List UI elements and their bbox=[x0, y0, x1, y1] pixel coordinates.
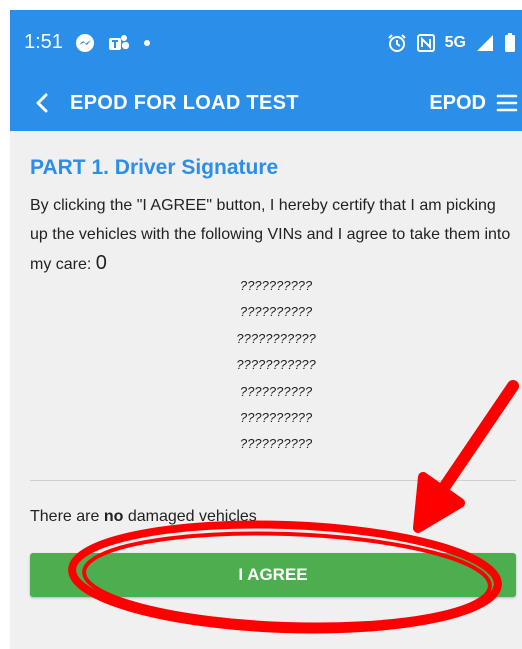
vin-item: ??????????? bbox=[236, 357, 316, 373]
status-bar: 1:51 5G bbox=[10, 10, 522, 75]
vin-list: ?????????? ?????????? ??????????? ??????… bbox=[10, 273, 522, 458]
i-agree-button[interactable]: I AGREE bbox=[30, 553, 516, 597]
battery-icon bbox=[504, 32, 516, 53]
dot-icon bbox=[143, 39, 151, 47]
damage-prefix: There are bbox=[30, 508, 100, 525]
certification-text: By clicking the "I AGREE" button, I here… bbox=[30, 191, 516, 279]
part-title: PART 1. Driver Signature bbox=[30, 156, 279, 179]
status-time: 1:51 bbox=[24, 31, 63, 53]
epod-label[interactable]: EPOD bbox=[429, 92, 486, 115]
damage-status: There are no damaged vehicles bbox=[30, 508, 257, 526]
app-bar: 1:51 5G EPOD FOR LOAD TEST EPOD bbox=[10, 10, 522, 131]
signal-icon bbox=[476, 34, 494, 52]
menu-icon[interactable] bbox=[496, 93, 518, 113]
vin-item: ?????????? bbox=[239, 304, 313, 320]
toolbar: EPOD FOR LOAD TEST EPOD bbox=[10, 75, 522, 131]
nfc-icon bbox=[416, 33, 435, 52]
alarm-icon bbox=[387, 33, 407, 53]
damage-suffix: damaged vehicles bbox=[127, 508, 257, 525]
signature-panel: PART 1. Driver Signature By clicking the… bbox=[10, 131, 522, 649]
page-title: EPOD FOR LOAD TEST bbox=[70, 91, 299, 114]
teams-icon bbox=[107, 33, 131, 53]
back-chevron-icon[interactable] bbox=[20, 81, 64, 125]
vin-item: ?????????? bbox=[239, 436, 313, 452]
damage-emphasis: no bbox=[103, 508, 124, 525]
vin-item: ??????????? bbox=[236, 330, 316, 346]
vin-item: ?????????? bbox=[239, 278, 313, 293]
vin-item: ?????????? bbox=[239, 409, 313, 425]
vehicle-count: 0 bbox=[95, 252, 107, 274]
vin-item: ?????????? bbox=[239, 383, 313, 399]
network-label: 5G bbox=[444, 33, 466, 51]
divider bbox=[30, 480, 516, 481]
messenger-icon bbox=[75, 33, 95, 53]
